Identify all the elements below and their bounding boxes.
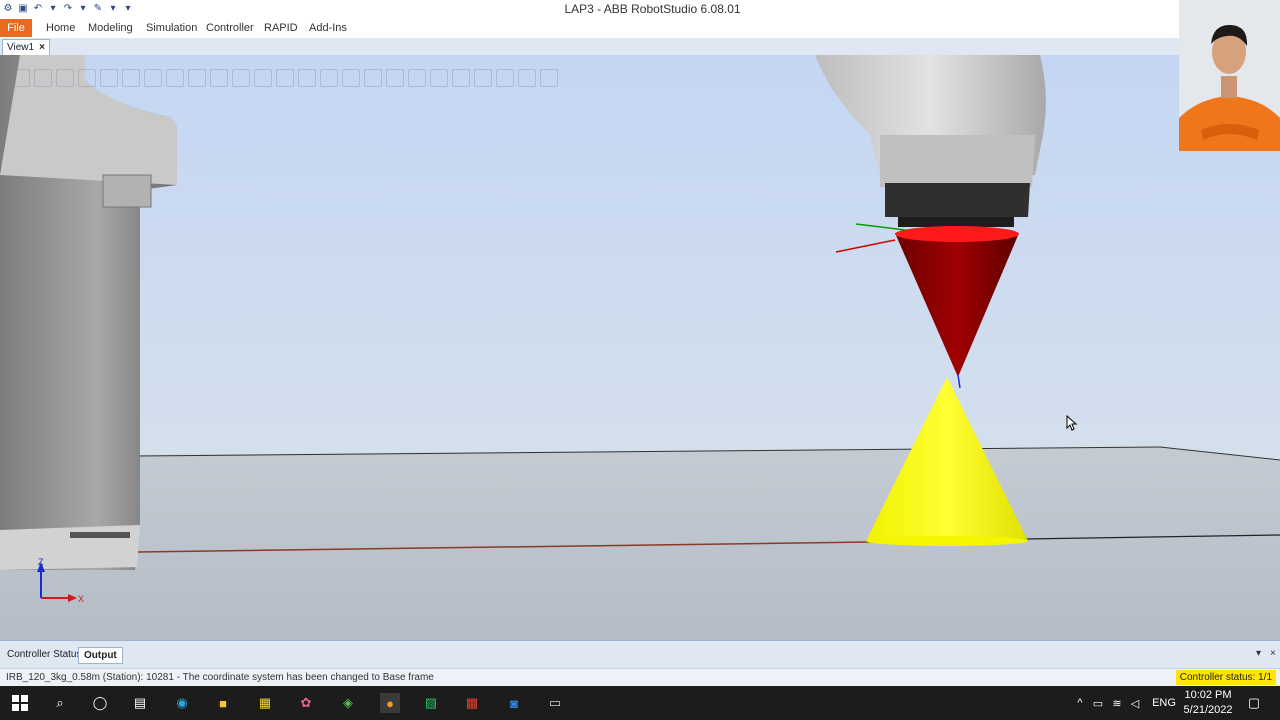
file-explorer-icon[interactable]: ■ — [213, 693, 233, 713]
output-panel-bar: Controller Status Output ▾ × — [0, 640, 1280, 669]
view-tool-icon[interactable] — [298, 69, 316, 87]
view-tool-icon[interactable] — [430, 69, 448, 87]
window-title: LAP3 - ABB RobotStudio 6.08.01 — [564, 2, 741, 16]
tab-view1-label: View1 — [7, 42, 35, 53]
view-tool-icon[interactable] — [474, 69, 492, 87]
webcam-overlay — [1179, 0, 1280, 151]
view-tool-icon[interactable] — [320, 69, 338, 87]
cortana-icon[interactable]: ◯ — [90, 693, 110, 713]
view-tool-icon[interactable] — [56, 69, 74, 87]
document-tab-strip: View1 × — [0, 38, 1280, 56]
notification-icon[interactable]: ▢ — [1244, 693, 1264, 713]
taskbar: ⌕ ◯ ▤ ◉ ■ ▦ ✿ ◈ ● ▨ ▩ ◙ ▭ ^ ▭ ≋ ◁ ENG 10… — [0, 686, 1280, 720]
floor-plane — [0, 447, 1280, 640]
panel-pin-icon[interactable]: ▾ — [1256, 648, 1261, 659]
tab-modeling[interactable]: Modeling — [82, 19, 139, 37]
tab-output[interactable]: Output — [78, 647, 123, 664]
app-window-icon[interactable]: ▭ — [545, 693, 565, 713]
store-icon[interactable]: ▦ — [255, 693, 275, 713]
language-indicator[interactable]: ENG — [1148, 697, 1180, 709]
search-icon[interactable]: ⌕ — [50, 693, 70, 713]
title-bar: ⚙ ▣ ↶ ▾ ↷ ▾ ✎ ▾ ▾ LAP3 - ABB RobotStudio… — [0, 0, 1280, 18]
zalo-icon[interactable]: ◙ — [504, 693, 524, 713]
clock[interactable]: 10:02 PM 5/21/2022 — [1178, 688, 1238, 718]
tab-rapid[interactable]: RAPID — [258, 19, 304, 37]
view-tool-icon[interactable] — [144, 69, 162, 87]
volume-icon[interactable]: ◁ — [1126, 697, 1144, 710]
view-tool-icon[interactable] — [518, 69, 536, 87]
view-tool-icon[interactable] — [100, 69, 118, 87]
tab-add-ins[interactable]: Add-Ins — [303, 19, 353, 37]
battery-icon[interactable]: ▭ — [1088, 697, 1108, 710]
ribbon-tabs: File Home Modeling Simulation Controller… — [0, 18, 1280, 39]
view-tool-icon[interactable] — [540, 69, 558, 87]
view-tool-icon[interactable] — [386, 69, 404, 87]
windows-start-icon[interactable] — [10, 693, 30, 713]
wifi-icon[interactable]: ≋ — [1108, 697, 1126, 710]
tab-view1[interactable]: View1 × — [2, 39, 50, 55]
view-tool-icon[interactable] — [408, 69, 426, 87]
view-tool-icon[interactable] — [364, 69, 382, 87]
view-tool-icon[interactable] — [78, 69, 96, 87]
robotstudio-icon[interactable]: ● — [380, 693, 400, 713]
clock-date: 5/21/2022 — [1183, 704, 1233, 716]
view-tool-icon[interactable] — [34, 69, 52, 87]
status-message: IRB_120_3kg_0.58m (Station): 10281 - The… — [6, 672, 434, 683]
close-icon[interactable]: × — [39, 40, 45, 55]
presenter-avatar — [1179, 0, 1280, 151]
view-tool-icon[interactable] — [496, 69, 514, 87]
scene-canvas: Z X — [0, 55, 1280, 640]
system-tray: ^ ▭ ≋ ◁ ENG — [1072, 686, 1180, 720]
view-tool-icon[interactable] — [276, 69, 294, 87]
tab-home[interactable]: Home — [40, 19, 81, 37]
view-toolbar — [12, 69, 558, 87]
tray-expand-icon[interactable]: ^ — [1072, 697, 1088, 709]
controller-status-badge[interactable]: Controller status: 1/1 — [1175, 670, 1276, 685]
paint-icon[interactable]: ✿ — [296, 693, 316, 713]
view-tool-icon[interactable] — [232, 69, 250, 87]
task-view-icon[interactable]: ▤ — [130, 693, 150, 713]
3d-viewport[interactable]: Z X — [0, 55, 1280, 640]
view-tool-icon[interactable] — [122, 69, 140, 87]
view-tool-icon[interactable] — [210, 69, 228, 87]
view-tool-icon[interactable] — [452, 69, 470, 87]
tab-file[interactable]: File — [0, 19, 32, 37]
app-red-icon[interactable]: ▩ — [462, 693, 482, 713]
view-tool-icon[interactable] — [12, 69, 30, 87]
view-tool-icon[interactable] — [188, 69, 206, 87]
clion-icon[interactable]: ▨ — [421, 693, 441, 713]
tab-controller[interactable]: Controller — [200, 19, 260, 37]
edge-icon[interactable]: ◉ — [172, 693, 192, 713]
view-tool-icon[interactable] — [342, 69, 360, 87]
view-tool-icon[interactable] — [166, 69, 184, 87]
tab-controller-status[interactable]: Controller Status — [2, 647, 86, 662]
status-bar: IRB_120_3kg_0.58m (Station): 10281 - The… — [0, 668, 1280, 687]
tab-simulation[interactable]: Simulation — [140, 19, 203, 37]
app-green-icon[interactable]: ◈ — [338, 693, 358, 713]
view-tool-icon[interactable] — [254, 69, 272, 87]
clock-time: 10:02 PM — [1184, 689, 1232, 701]
axis-x-label: X — [78, 594, 84, 604]
panel-close-icon[interactable]: × — [1270, 648, 1276, 659]
axis-z-label: Z — [38, 557, 44, 567]
mouse-cursor-icon — [1066, 415, 1078, 431]
